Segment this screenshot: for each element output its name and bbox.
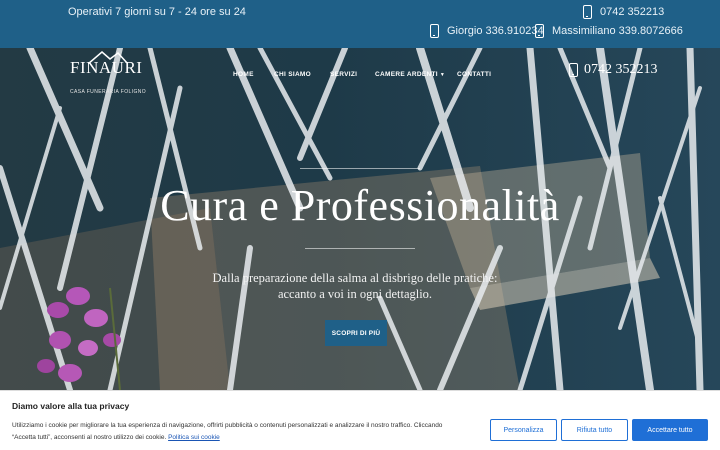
hero-section: FINAURI CASA FUNERARIA FOLIGNO HOME CHI … xyxy=(0,48,720,390)
phone-icon xyxy=(583,5,592,19)
nav-phone-number: 0742 352213 xyxy=(584,62,658,77)
phone-icon xyxy=(569,63,578,77)
chevron-down-icon: ▼ xyxy=(439,72,446,78)
hero-tagline-line-2: accanto a voi in ogni dettaglio. xyxy=(277,287,433,301)
hero-tagline-line-1: Dalla preparazione della salma al disbri… xyxy=(212,271,498,285)
phone-icon xyxy=(430,24,439,38)
nav-phone[interactable]: 0742 352213 xyxy=(569,62,658,78)
nav-item-servizi[interactable]: SERVIZI xyxy=(330,71,357,78)
cookie-text-line-1: Utilizziamo i cookie per migliorare la t… xyxy=(12,422,443,429)
nav-item-contatti[interactable]: CONTATTI xyxy=(457,71,491,78)
headline-rule-top xyxy=(300,168,420,169)
accept-all-button[interactable]: Accettare tutto xyxy=(632,419,708,441)
contact-giorgio-label: Giorgio 336.910234 xyxy=(447,25,544,37)
discover-more-button[interactable]: SCOPRI DI PIÙ xyxy=(325,320,387,346)
cookie-title: Diamo valore alla tua privacy xyxy=(12,401,130,411)
top-bar: Operativi 7 giorni su 7 - 24 ore su 24 0… xyxy=(0,0,720,48)
customize-cookies-button[interactable]: Personalizza xyxy=(490,419,557,441)
hero-tagline: Dalla preparazione della salma al disbri… xyxy=(0,270,710,302)
cookie-text: Utilizziamo i cookie per migliorare la t… xyxy=(12,420,482,444)
headline-rule-bottom xyxy=(305,248,415,249)
contact-massimiliano-label: Massimiliano 339.8072666 xyxy=(552,25,683,37)
nav-item-camere-ardenti[interactable]: CAMERE ARDENTI ▼ xyxy=(375,71,445,78)
contact-giorgio[interactable]: Giorgio 336.910234 xyxy=(430,24,544,38)
phone-icon xyxy=(535,24,544,38)
opening-hours: Operativi 7 giorni su 7 - 24 ore su 24 xyxy=(68,6,246,18)
nav-item-camere-ardenti-label: CAMERE ARDENTI xyxy=(375,71,438,78)
main-phone-number: 0742 352213 xyxy=(600,6,665,18)
reject-all-button[interactable]: Rifiuta tutto xyxy=(561,419,628,441)
logo-brand: FINAURI xyxy=(70,58,143,77)
cookie-text-line-2: “Accetta tutti”, acconsenti al nostro ut… xyxy=(12,434,167,441)
site-logo[interactable]: FINAURI CASA FUNERARIA FOLIGNO xyxy=(68,51,148,98)
nav-item-home[interactable]: HOME xyxy=(233,71,254,78)
nav-item-chi-siamo[interactable]: CHI SIAMO xyxy=(274,71,311,78)
cookie-policy-link[interactable]: Politica sui cookie xyxy=(168,434,220,441)
contact-massimiliano[interactable]: Massimiliano 339.8072666 xyxy=(535,24,683,38)
hero-headline: Cura e Professionalità xyxy=(160,181,560,230)
main-phone-contact[interactable]: 0742 352213 xyxy=(583,5,664,19)
logo-subtitle: CASA FUNERARIA FOLIGNO xyxy=(70,89,147,95)
